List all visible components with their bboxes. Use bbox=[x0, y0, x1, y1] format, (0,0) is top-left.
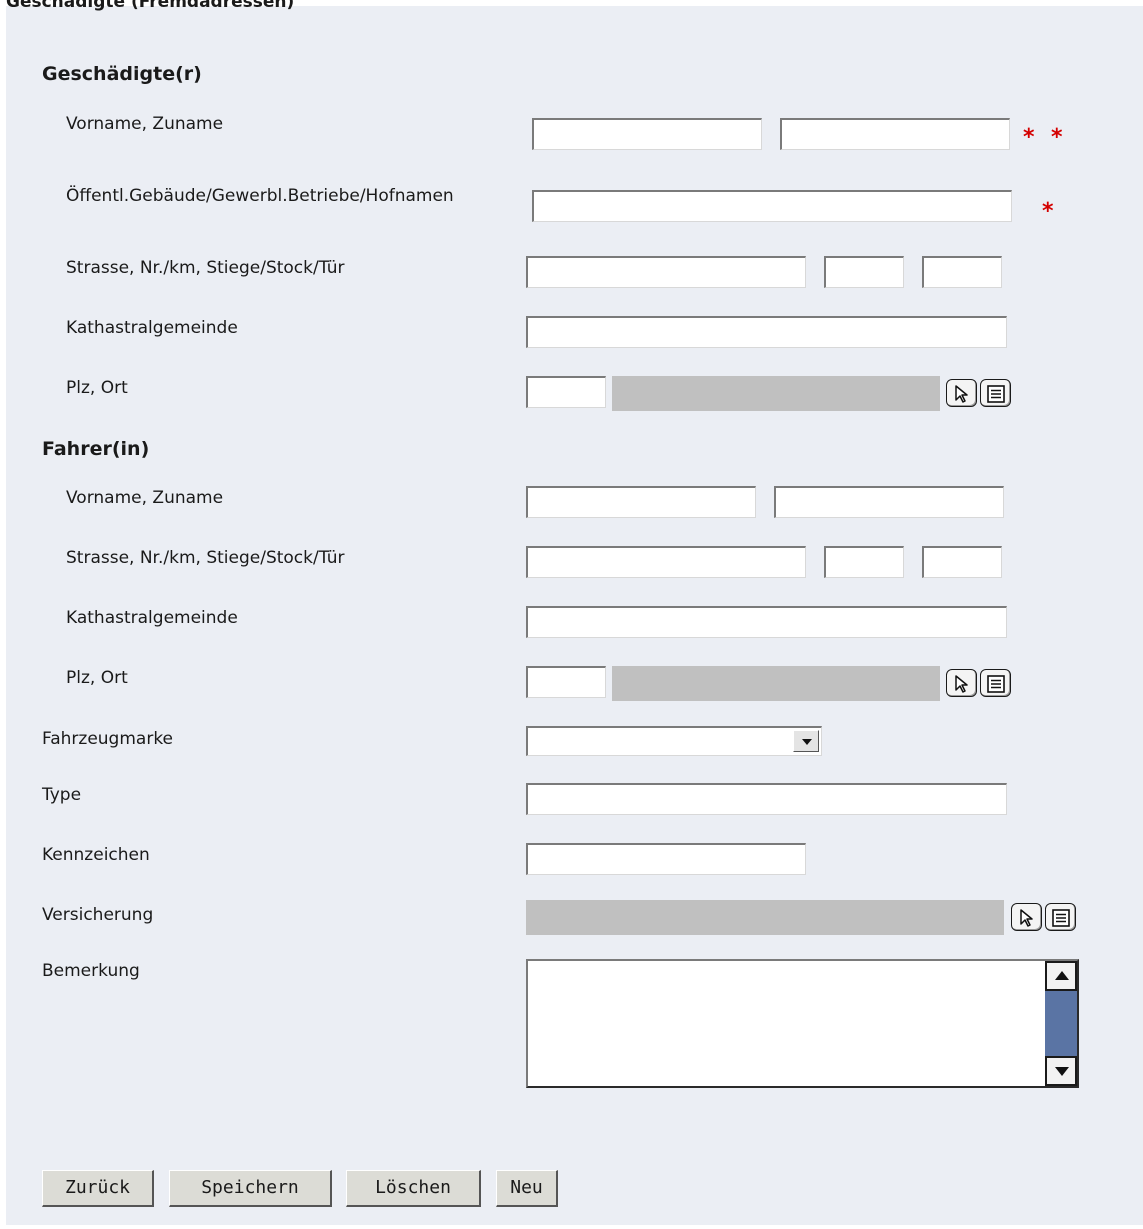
scroll-up-arrow-icon[interactable] bbox=[1045, 961, 1077, 991]
geschaedigte-kg-label: Kathastralgemeinde bbox=[66, 318, 238, 338]
fahrer-stiege-input[interactable] bbox=[922, 546, 1002, 578]
geschaedigte-name-label: Vorname, Zuname bbox=[66, 114, 224, 134]
geschaedigte-stiege-input[interactable] bbox=[922, 256, 1002, 288]
fahrer-zuname-input[interactable] bbox=[774, 486, 1004, 518]
fahrer-ort-select-button[interactable] bbox=[946, 669, 977, 697]
fahrer-nr-input[interactable] bbox=[824, 546, 904, 578]
fahrzeugmarke-select[interactable] bbox=[526, 726, 822, 756]
geschaedigte-nr-input[interactable] bbox=[824, 256, 904, 288]
section-heading-geschaedigte: Geschädigte(r) bbox=[42, 63, 202, 85]
geschaedigte-kg-input[interactable] bbox=[526, 316, 1007, 348]
versicherung-list-button[interactable] bbox=[1045, 903, 1076, 931]
scroll-down-arrow-icon[interactable] bbox=[1045, 1056, 1077, 1086]
save-button[interactable]: Speichern bbox=[169, 1170, 332, 1207]
fahrer-name-label: Vorname, Zuname bbox=[66, 488, 224, 508]
required-marker: * bbox=[1042, 199, 1054, 224]
fahrzeugmarke-label: Fahrzeugmarke bbox=[42, 729, 174, 749]
bemerkung-label: Bemerkung bbox=[42, 961, 140, 981]
geschaedigte-plz-input[interactable] bbox=[526, 376, 606, 408]
fahrer-plz-label: Plz, Ort bbox=[66, 668, 128, 688]
delete-button[interactable]: Löschen bbox=[346, 1170, 481, 1207]
list-icon bbox=[987, 675, 1005, 693]
list-icon bbox=[987, 385, 1005, 403]
fahrer-plz-input[interactable] bbox=[526, 666, 606, 698]
fahrer-kg-input[interactable] bbox=[526, 606, 1007, 638]
geschaedigte-plz-label: Plz, Ort bbox=[66, 378, 128, 398]
scrollbar-track[interactable] bbox=[1045, 991, 1077, 1056]
geschaedigte-strasse-input[interactable] bbox=[526, 256, 806, 288]
fahrer-ort-field bbox=[612, 666, 940, 701]
geschaedigte-gebaeude-label: Öffentl.Gebäude/Gewerbl.Betriebe/Hofname… bbox=[66, 186, 454, 206]
required-marker: * bbox=[1023, 125, 1035, 150]
versicherung-field bbox=[526, 900, 1004, 935]
type-label: Type bbox=[42, 785, 82, 805]
versicherung-label: Versicherung bbox=[42, 905, 154, 925]
bemerkung-textarea[interactable] bbox=[526, 959, 1079, 1088]
type-input[interactable] bbox=[526, 783, 1007, 815]
back-button[interactable]: Zurück bbox=[42, 1170, 154, 1207]
section-heading-fahrer: Fahrer(in) bbox=[42, 438, 150, 460]
cursor-select-icon bbox=[955, 385, 968, 403]
geschaedigte-ort-select-button[interactable] bbox=[946, 379, 977, 407]
chevron-down-icon[interactable] bbox=[793, 730, 819, 752]
page-title: Geschädigte (Fremdadressen) bbox=[6, 0, 295, 12]
geschaedigte-zuname-input[interactable] bbox=[780, 118, 1010, 150]
versicherung-select-button[interactable] bbox=[1011, 903, 1042, 931]
geschaedigte-ort-list-button[interactable] bbox=[980, 379, 1011, 407]
kennzeichen-label: Kennzeichen bbox=[42, 845, 150, 865]
new-button[interactable]: Neu bbox=[496, 1170, 558, 1207]
bemerkung-scrollbar[interactable] bbox=[1045, 961, 1077, 1086]
required-marker: * bbox=[1051, 125, 1063, 150]
fahrer-strasse-label: Strasse, Nr./km, Stiege/Stock/Tür bbox=[66, 548, 345, 568]
list-icon bbox=[1052, 909, 1070, 927]
kennzeichen-input[interactable] bbox=[526, 843, 806, 875]
fahrer-strasse-input[interactable] bbox=[526, 546, 806, 578]
geschaedigte-gebaeude-input[interactable] bbox=[532, 190, 1012, 222]
geschaedigte-strasse-label: Strasse, Nr./km, Stiege/Stock/Tür bbox=[66, 258, 345, 278]
fahrer-vorname-input[interactable] bbox=[526, 486, 756, 518]
cursor-select-icon bbox=[1020, 909, 1033, 927]
geschaedigte-ort-field bbox=[612, 376, 940, 411]
fahrer-kg-label: Kathastralgemeinde bbox=[66, 608, 238, 628]
fahrer-ort-list-button[interactable] bbox=[980, 669, 1011, 697]
cursor-select-icon bbox=[955, 675, 968, 693]
geschaedigte-vorname-input[interactable] bbox=[532, 118, 762, 150]
form-panel: Geschädigte (Fremdadressen) Geschädigte(… bbox=[6, 0, 1143, 1225]
